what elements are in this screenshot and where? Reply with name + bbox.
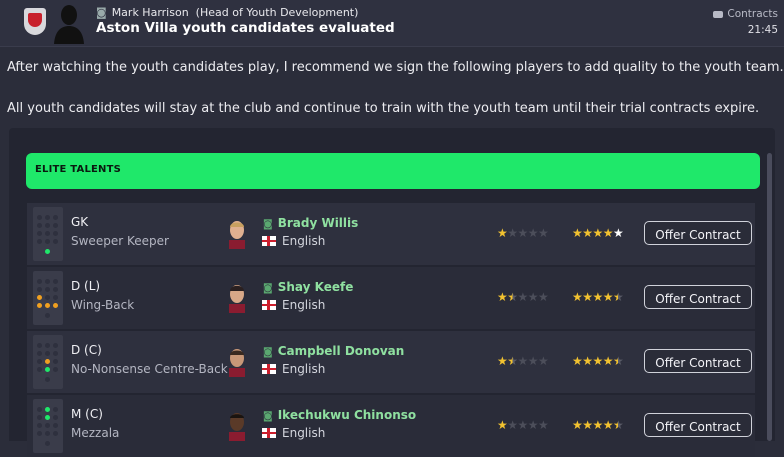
candidate-row: D (L) Wing-Back ◙ Shay Keefe English ★★★★… bbox=[27, 267, 755, 329]
player-role: No-Nonsense Centre-Back bbox=[71, 362, 228, 376]
person-icon: ◙ bbox=[263, 347, 273, 358]
player-role: Mezzala bbox=[71, 426, 120, 440]
message-paragraph: All youth candidates will stay at the cl… bbox=[7, 101, 760, 116]
category-label: Contracts bbox=[727, 8, 778, 20]
position-pitch-icon bbox=[33, 399, 63, 453]
position-pitch-icon bbox=[33, 271, 63, 325]
candidate-row: GK Sweeper Keeper ◙ Brady Willis English … bbox=[27, 203, 755, 265]
offer-contract-button[interactable]: Offer Contract bbox=[644, 221, 752, 245]
offer-contract-button[interactable]: Offer Contract bbox=[644, 349, 752, 373]
player-name[interactable]: ◙ Shay Keefe bbox=[263, 280, 353, 294]
player-name[interactable]: ◙ Campbell Donovan bbox=[263, 344, 404, 358]
message-category: Contracts bbox=[713, 8, 778, 20]
england-flag-icon bbox=[262, 364, 276, 374]
player-face[interactable] bbox=[227, 346, 247, 377]
message-header: ◙ Mark Harrison (Head of Youth Developmen… bbox=[0, 0, 784, 47]
potential-ability-stars: ★★★★★ bbox=[572, 418, 624, 432]
potential-ability-stars: ★★★★★ bbox=[572, 290, 624, 304]
section-label: ELITE TALENTS bbox=[35, 164, 122, 175]
current-ability-stars: ★★★★★ bbox=[497, 418, 549, 432]
player-nationality: English bbox=[262, 298, 325, 312]
staff-avatar bbox=[54, 5, 84, 44]
tag-icon bbox=[713, 10, 724, 18]
message-paragraph: After watching the youth candidates play… bbox=[7, 60, 784, 75]
player-name[interactable]: ◙ Ikechukwu Chinonso bbox=[263, 408, 416, 422]
england-flag-icon bbox=[262, 300, 276, 310]
candidate-row: M (C) Mezzala ◙ Ikechukwu Chinonso Englis… bbox=[27, 395, 755, 457]
message-title: Aston Villa youth candidates evaluated bbox=[96, 20, 395, 36]
message-time: 21:45 bbox=[747, 24, 778, 36]
scrollbar[interactable] bbox=[767, 153, 772, 441]
candidate-row: D (C) No-Nonsense Centre-Back ◙ Campbell … bbox=[27, 331, 755, 393]
person-icon: ◙ bbox=[263, 411, 273, 422]
player-position: GK bbox=[71, 215, 89, 229]
player-face[interactable] bbox=[227, 282, 247, 313]
player-nationality: English bbox=[262, 362, 325, 376]
player-nationality: English bbox=[262, 426, 325, 440]
current-ability-stars: ★★★★★ bbox=[497, 354, 549, 368]
player-face[interactable] bbox=[227, 218, 247, 249]
current-ability-stars: ★★★★★ bbox=[497, 226, 549, 240]
elite-talents-header: ELITE TALENTS bbox=[26, 153, 760, 189]
potential-ability-stars: ★★★★★ bbox=[572, 354, 624, 368]
sender-name[interactable]: Mark Harrison bbox=[112, 6, 189, 19]
player-name[interactable]: ◙ Brady Willis bbox=[263, 216, 358, 230]
sender-line: ◙ Mark Harrison (Head of Youth Developmen… bbox=[96, 6, 358, 19]
person-icon: ◙ bbox=[263, 219, 273, 230]
player-nationality: English bbox=[262, 234, 325, 248]
club-badge-icon bbox=[24, 8, 46, 35]
player-face[interactable] bbox=[227, 410, 247, 441]
position-pitch-icon bbox=[33, 207, 63, 261]
person-icon: ◙ bbox=[263, 283, 273, 294]
potential-ability-stars: ★★★★★ bbox=[572, 226, 624, 240]
england-flag-icon bbox=[262, 236, 276, 246]
position-pitch-icon bbox=[33, 335, 63, 389]
england-flag-icon bbox=[262, 428, 276, 438]
person-icon: ◙ bbox=[96, 6, 107, 19]
sender-role: (Head of Youth Development) bbox=[195, 6, 359, 19]
offer-contract-button[interactable]: Offer Contract bbox=[644, 285, 752, 309]
player-position: M (C) bbox=[71, 407, 103, 421]
player-position: D (C) bbox=[71, 343, 102, 357]
offer-contract-button[interactable]: Offer Contract bbox=[644, 413, 752, 437]
player-position: D (L) bbox=[71, 279, 101, 293]
current-ability-stars: ★★★★★ bbox=[497, 290, 549, 304]
player-role: Wing-Back bbox=[71, 298, 135, 312]
player-role: Sweeper Keeper bbox=[71, 234, 169, 248]
